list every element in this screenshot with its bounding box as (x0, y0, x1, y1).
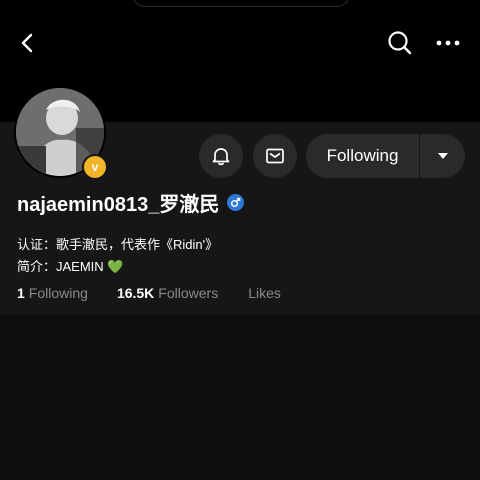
followers-stat[interactable]: 16.5K Followers (117, 285, 218, 301)
likes-stat[interactable]: Likes (248, 285, 281, 301)
back-button[interactable] (12, 28, 42, 58)
followers-count: 16.5K (116, 285, 155, 301)
search-button[interactable] (385, 28, 415, 58)
likes-label: Likes (248, 285, 281, 301)
male-icon (227, 194, 245, 211)
notification-bell-button[interactable] (199, 134, 243, 178)
bio-text: 简介：JAEMIN 💚 (17, 259, 124, 274)
caret-down-icon (437, 153, 448, 159)
following-button[interactable]: Following (306, 134, 465, 178)
avatar[interactable]: v (14, 86, 108, 180)
username: najaemin0813_罗澈民 (17, 194, 220, 216)
search-icon (388, 31, 412, 55)
follow-options-dropdown[interactable] (420, 151, 465, 161)
following-button-label: Following (326, 146, 399, 165)
following-label: Following (28, 285, 88, 301)
followers-label: Followers (158, 285, 219, 301)
chevron-left-icon (21, 33, 33, 53)
more-horizontal-icon (436, 40, 460, 46)
certification-text: 认证：歌手澈民，代表作《Ridin'》 (17, 237, 219, 252)
profile-stats: 1 Following 16.5K Followers Likes (17, 285, 281, 301)
content-area (0, 315, 480, 480)
male-symbol (231, 197, 241, 208)
username-row: najaemin0813_罗澈民 (17, 188, 245, 217)
following-count: 1 (17, 285, 25, 301)
message-button[interactable] (253, 134, 297, 178)
bell-icon (212, 148, 230, 166)
message-icon (266, 148, 284, 164)
more-button[interactable] (431, 28, 465, 58)
following-stat[interactable]: 1 Following (17, 285, 88, 301)
device-notch (132, 0, 350, 7)
verified-badge-icon: v (82, 154, 108, 180)
